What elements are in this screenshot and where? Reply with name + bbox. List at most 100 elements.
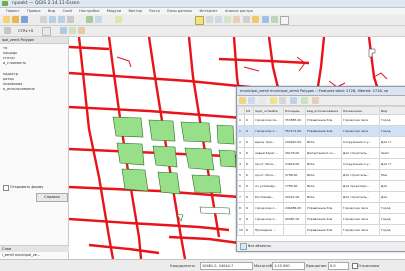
table-cell: 6 [245,137,254,148]
table-row[interactable]: 46пр-кт. Моск...14916.00NULLСооружения и… [238,159,405,170]
digitize-icon[interactable] [4,27,11,34]
rotation-field[interactable]: 0.0 [328,262,349,270]
auto-open-form-checkbox[interactable] [3,185,9,191]
select-feature-icon[interactable] [195,16,204,25]
main-toolbar [0,15,405,26]
add-vector-icon[interactable] [60,27,67,34]
menu-item-project[interactable]: Проект [6,8,20,14]
show-all-features-dropdown[interactable]: Все объекты [248,242,271,251]
menu-item-raster-analysis[interactable]: Анализ растра [225,8,253,14]
table-cell: 9 [238,214,245,225]
table-row[interactable]: 06городские ле...353885.00Управление бла… [238,115,405,126]
measure-icon[interactable] [243,16,250,23]
column-header[interactable]: Вид [380,107,405,115]
refresh-icon[interactable] [95,16,102,23]
add-database-icon[interactable] [78,27,85,34]
table-cell: 99487.00 [284,214,306,225]
delete-feature-icon[interactable] [259,97,266,104]
layer-field-4[interactable]: и_стоимость [0,61,68,66]
menu-item-vector[interactable]: Вектор [129,8,142,14]
table-cell: Для проектиро... [342,181,380,192]
field-calculator-icon[interactable] [224,16,231,23]
layers-panel: ipal_zemli Polygon та лощадь статус и_ст… [0,37,69,259]
table-row[interactable]: 106Проездкие ...Управление блаГородские … [238,225,405,236]
column-header[interactable]: tilt [245,107,254,115]
menu-item-web[interactable]: Интернет [199,8,217,14]
menu-item-view[interactable]: Вид [48,8,55,14]
open-attribute-table-icon[interactable] [215,16,222,23]
table-cell: NULL [306,181,342,192]
open-project-icon[interactable] [12,16,19,23]
add-raster-icon[interactable] [69,27,76,34]
layer-panel-title: ipal_zemli Polygon [0,37,68,44]
auto-open-form-label: Открывать форму [10,184,43,190]
column-header[interactable]: Площадь [284,107,306,115]
table-row[interactable]: 86городские л...246286.00Управление блаГ… [238,203,405,214]
zoom-out-icon[interactable] [58,16,65,23]
menu-item-layer[interactable]: Слой [63,8,72,14]
label-tool-icon[interactable] [280,16,289,25]
table-cell: 7 [238,192,245,203]
table-row-selected[interactable]: 16городские л...357171.00Управление блаГ… [238,126,405,137]
field-calc-icon[interactable] [312,97,319,104]
table-cell: NULL [306,159,342,170]
column-header[interactable] [238,107,245,115]
table-cell: 6 [245,181,254,192]
menu-item-edit[interactable]: Правка [27,8,41,14]
zoom-to-selection-icon[interactable] [290,97,297,104]
filter-icon[interactable] [240,243,247,250]
layer-style-icon[interactable] [42,27,51,36]
zoom-full-icon[interactable] [67,16,74,23]
column-header[interactable]: layer_uchastka [254,107,284,115]
table-row[interactable]: 66по ул.Камар...7789.00NULLДля проектиро… [238,181,405,192]
column-header[interactable]: вид_использования [306,107,342,115]
statistics-icon[interactable] [233,16,240,23]
render-label: Отрисовка [358,262,379,269]
table-cell: 6 [245,115,254,126]
save-project-icon[interactable] [21,16,28,23]
empty-parcels [177,207,230,221]
scale-field[interactable]: 1:10 000 [272,262,305,270]
table-cell: Городские леса [342,214,380,225]
pan-icon[interactable] [40,16,47,23]
table-header-row: tilt layer_uchastka Площадь вид_использо… [238,107,405,115]
table-row[interactable]: 96городские л...99487.00Управление блаГо… [238,214,405,225]
table-row[interactable]: 36левый берег...30176.00Департамент ко..… [238,148,405,159]
zoom-in-icon[interactable] [49,16,56,23]
shortcut-label: CTRL+S [18,27,33,34]
identify-icon[interactable] [115,16,122,23]
table-row[interactable]: 56пр-кт. Моск...3798.00NULLДля строитель… [238,170,405,181]
new-project-icon[interactable] [3,16,10,23]
table-cell: левый берег... [254,148,284,159]
table-cell: Город [380,203,405,214]
layer-field-8[interactable]: е_использование [0,87,68,92]
menu-item-raster[interactable]: Растр [149,8,160,14]
toggle-editing-icon[interactable] [239,97,246,104]
layer-item[interactable]: l_zemli municipal_ze... [0,252,70,258]
menu-item-database[interactable]: Базы данных [167,8,192,14]
table-cell: Управление бла [306,203,342,214]
menu-item-plugins[interactable]: Модули [107,8,122,14]
coordinates-field[interactable]: 10461.0, 24044.7 [200,262,253,270]
new-bookmark-icon[interactable] [262,16,269,23]
column-header[interactable]: Назначение [342,107,380,115]
table-cell: Город [380,225,405,236]
layers-title: Слои [0,245,70,252]
table-row[interactable]: 26вдоль трас...100910.00NULLСооружения и… [238,137,405,148]
invert-selection-icon[interactable] [279,97,286,104]
table-cell: 6 [238,181,245,192]
save-edits-icon[interactable] [248,97,255,104]
deselect-icon[interactable] [206,16,213,23]
new-field-icon[interactable] [301,97,308,104]
table-cell: городские л... [254,214,284,225]
table-cell: NULL [306,170,342,181]
table-cell: Город [380,115,405,126]
tips-icon[interactable] [252,16,259,23]
menu-item-settings[interactable]: Настройки [79,8,99,14]
table-row[interactable]: 76Рос-Камар...20221.00NULLДля строитель.… [238,192,405,203]
table-cell: 6 [245,203,254,214]
zoom-layer-icon[interactable] [86,16,93,23]
text-annotation-icon[interactable] [271,16,278,23]
select-by-expression-icon[interactable] [270,97,277,104]
help-button[interactable]: Справка [36,193,68,202]
